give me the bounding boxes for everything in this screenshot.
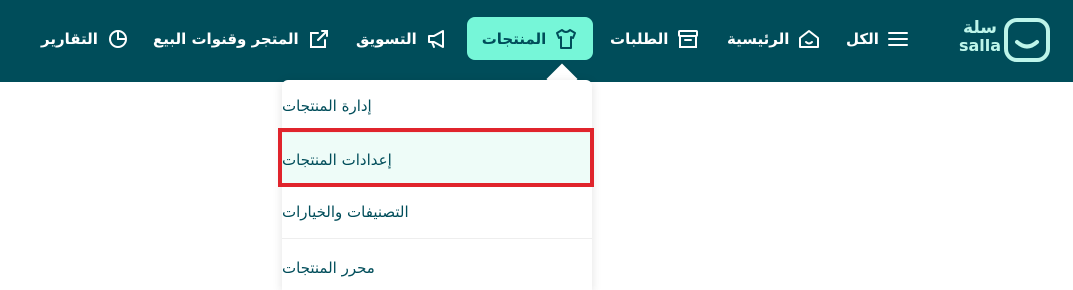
top-navigation-bar: سلة salla الكل الرئيسية الطلبات المنتجات… [0,0,1073,82]
nav-item-reports[interactable]: التقارير [41,17,130,60]
salla-bag-icon [1003,17,1051,67]
nav-item-products[interactable]: المنتجات [467,17,593,60]
nav-label-store-channels: المتجر وقنوات البيع [153,29,299,48]
products-dropdown-menu: إدارة المنتجات إعدادات المنتجات التصنيفا… [282,80,592,290]
menu-icon [887,29,909,49]
nav-label-marketing: التسويق [356,29,417,48]
nav-label-reports: التقارير [41,29,98,48]
megaphone-icon [425,28,449,50]
nav-item-store-channels[interactable]: المتجر وقنوات البيع [153,17,331,60]
nav-item-all[interactable]: الكل [846,17,909,60]
dropdown-item-label: التصنيفات والخيارات [282,203,409,221]
dropdown-item-categories-options[interactable]: التصنيفات والخيارات [282,186,592,239]
tshirt-icon [554,28,578,50]
dropdown-item-label: محرر المنتجات [282,258,375,277]
nav-label-all: الكل [846,29,879,48]
dropdown-item-product-editor[interactable]: محرر المنتجات [282,241,592,290]
nav-label-products: المنتجات [481,29,547,48]
logo-wordmark: سلة salla [955,19,1005,55]
logo-english-text: salla [958,36,1002,55]
dropdown-item-manage-products[interactable]: إدارة المنتجات [282,80,592,133]
dropdown-item-product-settings[interactable]: إعدادات المنتجات [282,133,592,186]
nav-label-home: الرئيسية [727,29,790,48]
salla-logo[interactable]: سلة salla [955,17,1063,63]
nav-label-orders: الطلبات [610,29,669,48]
home-icon [797,28,821,50]
nav-item-orders[interactable]: الطلبات [610,17,700,60]
archive-box-icon [676,28,700,50]
nav-item-home[interactable]: الرئيسية [727,17,821,60]
logo-arabic-text: سلة [963,18,997,38]
dropdown-item-label: إدارة المنتجات [282,97,372,115]
store-channels-icon [307,28,331,50]
nav-item-marketing[interactable]: التسويق [356,17,449,60]
dropdown-item-label: إعدادات المنتجات [282,150,392,169]
pie-chart-icon [106,28,130,50]
